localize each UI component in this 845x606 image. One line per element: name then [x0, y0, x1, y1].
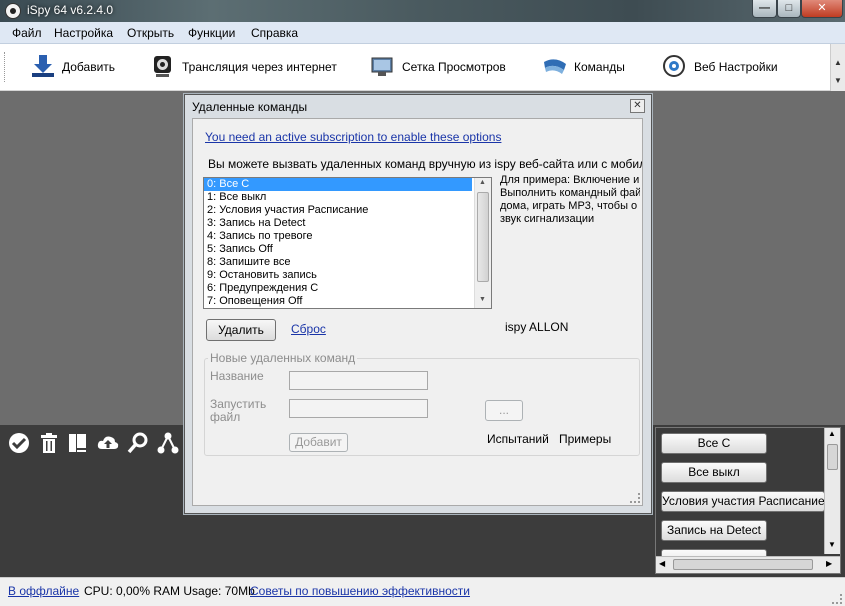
- scroll-down-arrow-icon[interactable]: ▼: [479, 296, 486, 303]
- scrollbar-thumb[interactable]: [827, 444, 838, 470]
- scroll-down-arrow-icon[interactable]: ▼: [828, 540, 836, 549]
- list-item[interactable]: 7: Оповещения Off: [204, 295, 491, 308]
- reset-link[interactable]: Сброс: [291, 322, 326, 336]
- remote-commands-dialog: Удаленные команды ✕ You need an active s…: [184, 94, 652, 514]
- dialog-description: Вы можете вызвать удаленных команд вручн…: [208, 157, 643, 171]
- network-icon[interactable]: [157, 432, 179, 454]
- add-command-button[interactable]: Добавит: [289, 433, 348, 452]
- book-icon[interactable]: [67, 432, 89, 454]
- toolbar-add-button[interactable]: Добавить: [30, 52, 130, 82]
- menu-help[interactable]: Справка: [251, 26, 298, 40]
- list-item[interactable]: 9: Остановить запись: [204, 269, 491, 282]
- list-item[interactable]: 8: Запишите все: [204, 256, 491, 269]
- list-item[interactable]: 5: Запись Off: [204, 243, 491, 256]
- commands-icon: [544, 59, 566, 74]
- example-line: Для примера: Включение и: [500, 174, 640, 186]
- run-file-label: Запустить: [210, 397, 267, 411]
- quick-commands-vertical-scrollbar[interactable]: ▲ ▼: [824, 428, 840, 554]
- list-item[interactable]: 6: Предупреждения C: [204, 282, 491, 295]
- toolbar-web-settings-button[interactable]: Веб Настройки: [662, 52, 792, 82]
- list-item[interactable]: 2: Условия участия Расписание: [204, 204, 491, 217]
- dialog-body: You need an active subscription to enabl…: [192, 118, 643, 506]
- new-command-group-title: Новые удаленных команд: [208, 351, 358, 365]
- test-label: Испытаний: [487, 432, 549, 446]
- quick-command-button[interactable]: Условия участия Расписание: [661, 491, 825, 512]
- title-bar: iSpy 64 v6.2.4.0 — □ ✕: [0, 0, 845, 22]
- grid-view-icon: [371, 57, 393, 76]
- scrollbar-thumb[interactable]: [477, 192, 489, 282]
- example-line: Выполнить командный фай: [500, 187, 640, 199]
- scroll-up-arrow-icon[interactable]: ▲: [479, 179, 486, 186]
- name-label: Название: [210, 369, 264, 383]
- list-item[interactable]: 0: Все C: [204, 178, 472, 191]
- dialog-resize-grip[interactable]: [630, 493, 640, 503]
- quick-commands-panel: Все C Все выкл Условия участия Расписани…: [655, 427, 841, 574]
- menu-open[interactable]: Открыть: [127, 26, 174, 40]
- menu-bar: Файл Настройка Открыть Функции Справка: [0, 22, 845, 44]
- remote-commands-list[interactable]: 0: Все C 1: Все выкл 2: Условия участия …: [203, 177, 492, 309]
- window-resize-grip[interactable]: [832, 594, 842, 604]
- toolbar-overflow-scroll[interactable]: ▲ ▼: [830, 44, 845, 91]
- toolbar: Добавить Трансляция через интернет Сетка…: [0, 44, 845, 91]
- check-icon[interactable]: [8, 432, 30, 454]
- quick-commands-horizontal-scrollbar[interactable]: ◀ ▶: [656, 556, 840, 573]
- dialog-title-bar: Удаленные команды ✕: [185, 95, 651, 117]
- add-download-icon: [32, 55, 54, 77]
- example-line: дома, играть MP3, чтобы о: [500, 200, 638, 212]
- search-icon[interactable]: [127, 432, 149, 454]
- list-item[interactable]: 4: Запись по тревоге: [204, 230, 491, 243]
- cloud-upload-icon[interactable]: [97, 432, 119, 454]
- scroll-right-arrow-icon[interactable]: ▶: [826, 559, 832, 568]
- toolbar-broadcast-button[interactable]: Трансляция через интернет: [150, 52, 350, 82]
- minimize-button[interactable]: —: [752, 0, 777, 18]
- quick-command-button[interactable]: Все выкл: [661, 462, 767, 483]
- web-settings-icon: [663, 55, 685, 77]
- quick-command-button[interactable]: Запись на Detect: [661, 520, 767, 541]
- toolbar-broadcast-label: Трансляция через интернет: [182, 60, 337, 74]
- menu-file[interactable]: Файл: [12, 26, 42, 40]
- ispy-command-text: ispy ALLON: [505, 320, 569, 334]
- toolbar-web-settings-label: Веб Настройки: [694, 60, 778, 74]
- run-file-label-2: файл: [210, 410, 241, 424]
- toolbar-grip: [4, 52, 7, 82]
- example-text: Для примера: Включение и Выполнить коман…: [500, 174, 640, 226]
- window-title: iSpy 64 v6.2.4.0: [27, 3, 114, 17]
- toolbar-commands-button[interactable]: Команды: [542, 52, 642, 82]
- scrollbar-thumb[interactable]: [673, 559, 813, 570]
- scroll-up-arrow-icon[interactable]: ▲: [828, 429, 836, 438]
- webcam-icon: [154, 56, 171, 77]
- name-input[interactable]: [289, 371, 428, 390]
- app-eye-icon: [5, 3, 21, 19]
- dialog-close-button[interactable]: ✕: [630, 99, 645, 113]
- subscription-link[interactable]: You need an active subscription to enabl…: [205, 130, 501, 144]
- performance-tips-link[interactable]: Советы по повышению эффективности: [250, 584, 470, 598]
- list-item[interactable]: 1: Все выкл: [204, 191, 491, 204]
- close-button[interactable]: ✕: [801, 0, 843, 18]
- resource-usage-text: CPU: 0,00% RAM Usage: 70Mb: [84, 584, 255, 598]
- list-item[interactable]: 3: Запись на Detect: [204, 217, 491, 230]
- menu-functions[interactable]: Функции: [188, 26, 235, 40]
- example-line: звук сигнализации: [500, 213, 595, 225]
- scroll-left-arrow-icon[interactable]: ◀: [659, 559, 665, 568]
- toolbar-grid-label: Сетка Просмотров: [402, 60, 506, 74]
- examples-label: Примеры: [559, 432, 612, 446]
- toolbar-add-label: Добавить: [62, 60, 116, 74]
- toolbar-grid-button[interactable]: Сетка Просмотров: [370, 52, 520, 82]
- status-bar: В оффлайне CPU: 0,00% RAM Usage: 70Mb Со…: [0, 577, 845, 606]
- run-file-input[interactable]: [289, 399, 428, 418]
- scroll-up-arrow-icon[interactable]: ▲: [834, 58, 842, 67]
- dialog-title: Удаленные команды: [192, 100, 308, 114]
- scroll-down-arrow-icon[interactable]: ▼: [834, 76, 842, 85]
- commands-list-scrollbar[interactable]: ▲ ▼: [474, 178, 491, 308]
- toolbar-commands-label: Команды: [574, 60, 625, 74]
- quick-command-button[interactable]: Все C: [661, 433, 767, 454]
- delete-button[interactable]: Удалить: [206, 319, 276, 341]
- maximize-button[interactable]: □: [777, 0, 801, 18]
- offline-status-link[interactable]: В оффлайне: [8, 584, 79, 598]
- browse-button[interactable]: ...: [485, 400, 523, 421]
- menu-settings[interactable]: Настройка: [54, 26, 113, 40]
- trash-icon[interactable]: [38, 432, 60, 454]
